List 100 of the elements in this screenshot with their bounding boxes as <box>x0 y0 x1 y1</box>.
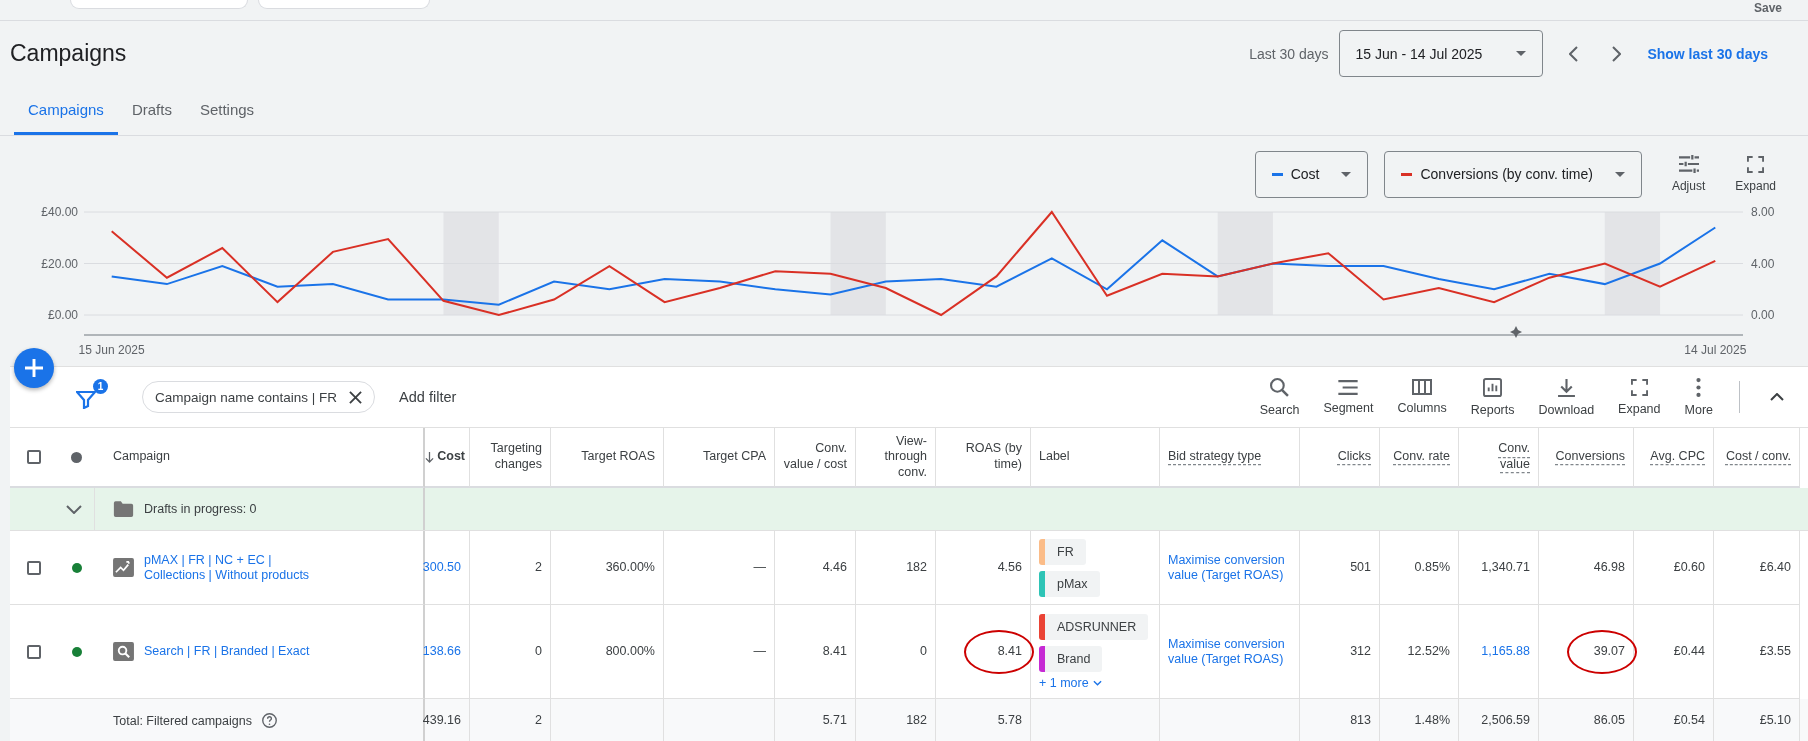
total-cell: 2 <box>535 713 542 728</box>
total-cell: £0.54 <box>1673 713 1705 728</box>
column-header[interactable]: Label <box>1039 449 1070 465</box>
adjust-button[interactable]: Adjust <box>1671 155 1706 193</box>
column-header[interactable]: Cost / conv. <box>1725 449 1791 465</box>
filter-count-badge: 1 <box>93 379 108 394</box>
table-cell: 182 <box>906 560 927 575</box>
row-checkbox[interactable] <box>27 644 41 659</box>
total-cell: 5.71 <box>822 713 847 728</box>
add-filter-button[interactable]: Add filter <box>399 389 457 405</box>
search-button[interactable]: Search <box>1247 377 1312 417</box>
show-last-30-days-link[interactable]: Show last 30 days <box>1647 45 1768 62</box>
total-cell: 439.16 <box>422 713 461 728</box>
table-link[interactable]: Maximise conversion value (Target ROAS) <box>1168 552 1291 583</box>
segment-button[interactable]: Segment <box>1311 379 1386 415</box>
chevron-down-icon[interactable] <box>66 504 82 514</box>
next-icon[interactable] <box>1611 45 1622 62</box>
table-cell: 4.56 <box>997 560 1022 575</box>
metric-select[interactable]: Conversions (by conv. time) <box>1384 150 1642 198</box>
table-cell: 800.00% <box>605 644 655 659</box>
expand-button[interactable]: Expand <box>1735 155 1776 193</box>
campaign-link[interactable]: Search | FR | Branded | Exact <box>144 644 310 659</box>
add-button[interactable] <box>14 348 54 388</box>
lines-icon <box>1338 379 1359 395</box>
reports-button[interactable]: Reports <box>1458 377 1527 417</box>
table-cell: £0.44 <box>1673 644 1705 659</box>
label-tag[interactable]: Brand <box>1039 645 1103 672</box>
column-header[interactable]: ROAS (by time) <box>944 441 1022 473</box>
status-header-icon <box>71 451 82 463</box>
table-cell: 8.41 <box>997 644 1022 659</box>
table-cell: 4.46 <box>822 560 847 575</box>
bar-chart-icon <box>1483 377 1503 397</box>
table-cell: — <box>753 560 766 575</box>
campaign-link[interactable]: pMAX | FR | NC + EC | Collections | Without products <box>144 552 324 583</box>
column-header[interactable]: View-through conv. <box>864 433 927 481</box>
help-icon[interactable] <box>261 713 277 728</box>
sliders-icon <box>1678 155 1699 173</box>
previous-icon[interactable] <box>1569 45 1580 62</box>
table-link[interactable]: 1,165.88 <box>1481 644 1530 659</box>
column-header[interactable]: Clicks <box>1337 449 1371 465</box>
table-link[interactable]: 138.66 <box>422 644 461 659</box>
column-header[interactable]: Cost <box>437 449 465 465</box>
axis-label: £0.00 <box>47 308 78 322</box>
column-header[interactable]: Conversions <box>1555 449 1625 465</box>
expand-button[interactable]: Expand <box>1606 378 1673 416</box>
expand-icon <box>1630 378 1648 396</box>
tab[interactable]: Drafts <box>117 86 186 135</box>
sort-arrow-icon[interactable] <box>425 451 435 463</box>
column-header[interactable]: Conv. rate <box>1393 449 1450 465</box>
table-cell: 46.98 <box>1593 560 1625 575</box>
axis-label: 4.00 <box>1751 256 1775 271</box>
axis-label: 0.00 <box>1751 308 1775 322</box>
dropdown-icon <box>1516 51 1527 56</box>
table-cell: — <box>753 644 766 659</box>
table-cell: 0.85% <box>1414 560 1450 575</box>
label-tag[interactable]: FR <box>1039 538 1086 565</box>
axis-label: 14 Jul 2025 <box>1684 343 1747 357</box>
table-cell: 12.52% <box>1407 644 1450 659</box>
total-cell: £5.10 <box>1759 713 1791 728</box>
table-cell: £0.60 <box>1673 560 1705 575</box>
column-header[interactable]: Conv. value / cost <box>783 441 847 473</box>
total-label: Total: Filtered campaigns <box>113 713 252 728</box>
total-cell: 5.78 <box>997 713 1022 728</box>
more-labels-link[interactable]: + 1 more <box>1039 675 1102 690</box>
filter-button[interactable] <box>76 391 96 409</box>
download-button[interactable]: Download <box>1526 377 1607 417</box>
column-header[interactable]: Targeting changes <box>478 441 542 473</box>
table-link[interactable]: 300.50 <box>422 560 461 575</box>
column-header[interactable]: Target CPA <box>703 449 766 465</box>
close-icon[interactable] <box>349 390 363 404</box>
column-header[interactable]: Target ROAS <box>581 449 655 465</box>
metric-select[interactable]: Cost <box>1254 150 1369 198</box>
axis-label: 8.00 <box>1751 205 1775 219</box>
column-header[interactable]: Conv. value <box>1467 441 1530 473</box>
total-cell: 86.05 <box>1593 713 1625 728</box>
total-cell: 2,506.59 <box>1481 713 1530 728</box>
columns-button[interactable]: Columns <box>1385 379 1459 415</box>
select-all-checkbox[interactable] <box>27 450 41 464</box>
axis-label: £20.00 <box>41 256 78 271</box>
tab[interactable]: Campaigns <box>14 86 118 135</box>
table-cell: 360.00% <box>605 560 655 575</box>
label-tag[interactable]: ADSRUNNER <box>1039 613 1149 640</box>
row-checkbox[interactable] <box>27 560 41 575</box>
axis-label: £40.00 <box>41 205 78 219</box>
save-label[interactable]: Save <box>1753 1 1782 15</box>
column-header[interactable]: Avg. CPC <box>1650 449 1705 465</box>
total-cell: 182 <box>906 713 927 728</box>
column-header[interactable]: Bid strategy type <box>1168 449 1262 465</box>
page-title: Campaigns <box>10 40 127 67</box>
table-cell: 2 <box>535 560 542 575</box>
download-icon <box>1556 377 1576 397</box>
label-tag[interactable]: pMax <box>1039 570 1100 597</box>
collapse-icon[interactable] <box>1770 393 1784 401</box>
dropdown-icon <box>1341 171 1352 177</box>
folder-icon <box>113 500 134 518</box>
tab[interactable]: Settings <box>185 86 269 135</box>
more-button[interactable]: More <box>1672 377 1725 417</box>
date-range-select[interactable]: 15 Jun - 14 Jul 2025 <box>1338 30 1544 77</box>
table-link[interactable]: Maximise conversion value (Target ROAS) <box>1168 636 1291 667</box>
column-header[interactable]: Campaign <box>113 449 170 465</box>
